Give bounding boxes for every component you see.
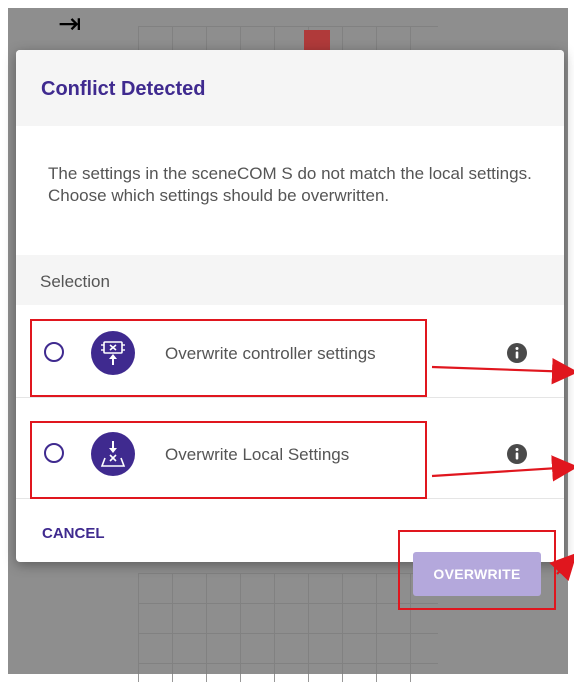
annotation-arrows bbox=[431, 358, 574, 582]
annotation-arrow bbox=[431, 358, 574, 385]
annotation-arrow bbox=[431, 455, 574, 482]
annotation-arrow bbox=[549, 552, 574, 582]
